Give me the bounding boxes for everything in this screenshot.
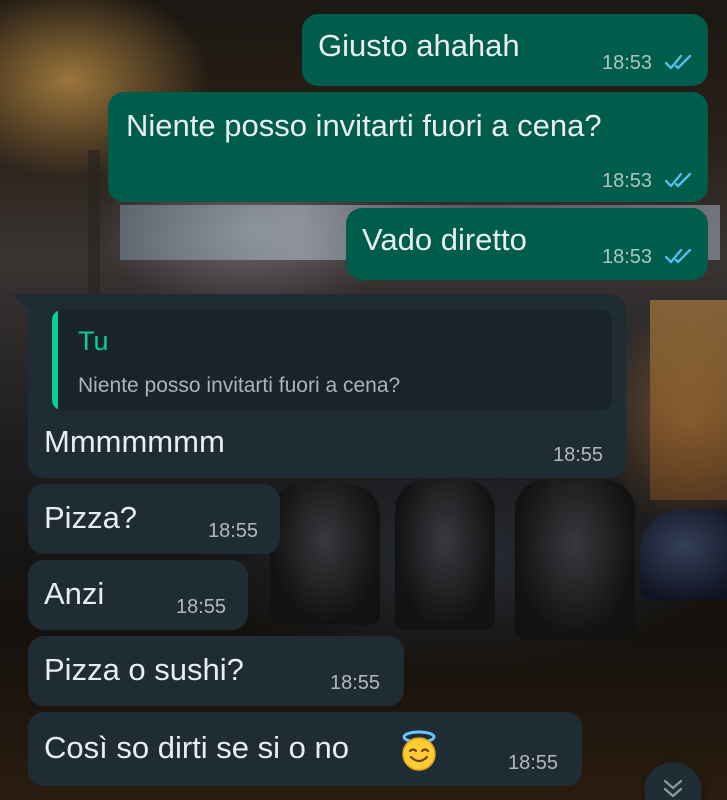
message-bubble-incoming[interactable]: Anzi 18:55 (28, 560, 248, 630)
quote-text: Niente posso invitarti fuori a cena? (78, 374, 401, 397)
message-time: 18:55 (553, 444, 604, 466)
double-check-icon (664, 54, 692, 70)
double-check-icon (664, 248, 692, 264)
message-time: 18:55 (508, 752, 559, 774)
double-chevron-down-icon (663, 779, 683, 798)
message-bubble-incoming[interactable]: Pizza o sushi? 18:55 (28, 636, 404, 706)
message-time: 18:55 (330, 672, 381, 694)
double-check-icon (664, 172, 692, 188)
message-text: Così so dirti se si o no (44, 730, 349, 765)
message-bubble-outgoing[interactable]: Niente posso invitarti fuori a cena? 18:… (108, 92, 708, 202)
wallpaper-scooter (270, 485, 380, 625)
message-text: Anzi (44, 576, 105, 611)
message-text: Mmmmmmm (44, 424, 225, 459)
message-time: 18:55 (176, 596, 227, 618)
chat-background: Giusto ahahah 18:53 Niente posso invitar… (0, 0, 727, 800)
message-text: Pizza o sushi? (44, 652, 244, 687)
message-text: Pizza? (44, 500, 138, 535)
message-bubble-incoming[interactable]: Così so dirti se si o no 18:55 (28, 712, 582, 786)
message-bubble-incoming[interactable]: Pizza? 18:55 (28, 484, 280, 554)
wallpaper-scooter (515, 480, 635, 640)
wallpaper-scooter (395, 480, 495, 630)
wallpaper-tree-trunk (88, 150, 100, 300)
message-text: Niente posso invitarti fuori a cena? (126, 108, 602, 143)
message-bubble-outgoing[interactable]: Vado diretto 18:53 (346, 208, 708, 280)
message-time: 18:53 (602, 170, 653, 192)
wallpaper-kiosk (650, 300, 727, 500)
smiling-face-with-halo-icon (402, 730, 436, 771)
message-time: 18:55 (208, 520, 259, 542)
quote-author: Tu (78, 326, 109, 356)
message-bubble-outgoing[interactable]: Giusto ahahah 18:53 (302, 14, 708, 86)
scroll-to-bottom-button[interactable] (644, 762, 702, 800)
message-time: 18:53 (602, 246, 653, 268)
reply-quote[interactable]: Tu Niente posso invitarti fuori a cena? (52, 310, 612, 410)
message-text: Vado diretto (362, 222, 527, 257)
wallpaper-car (640, 510, 727, 600)
message-text: Giusto ahahah (318, 28, 520, 63)
message-time: 18:53 (602, 52, 653, 74)
quote-accent-bar (52, 310, 58, 410)
